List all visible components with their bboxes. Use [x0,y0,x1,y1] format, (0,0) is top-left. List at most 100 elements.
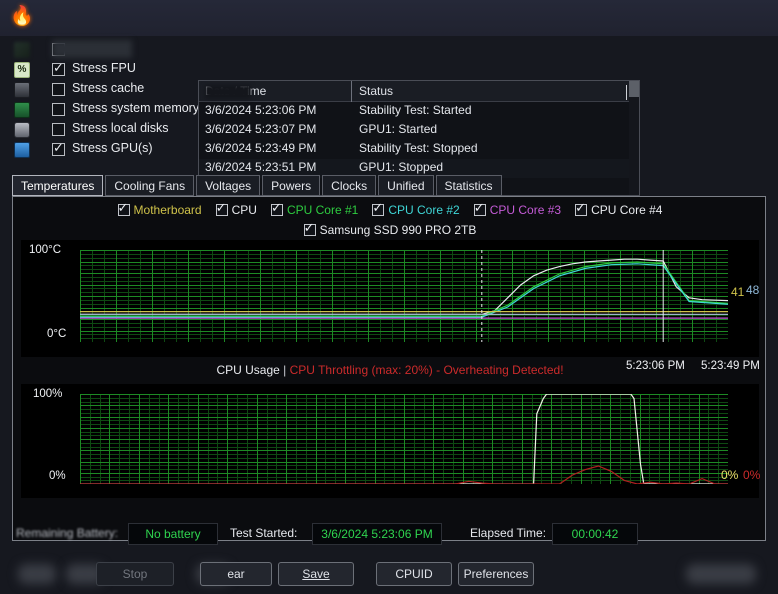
tab-powers[interactable]: Powers [262,175,321,196]
throttling-value-label: 0% [743,468,761,482]
temperature-chart: 100°C 0°C 41 48 [21,240,759,357]
legend-item-cpu[interactable]: CPU [215,200,257,217]
stress-fpu-checkbox[interactable] [52,60,65,76]
usage-value-label: 0% [721,468,739,482]
tab-voltages[interactable]: Voltages [196,175,261,196]
legend-item-cpu-core-3[interactable]: CPU Core #3 [473,200,561,217]
legend-checkbox[interactable] [270,200,283,216]
stress-option-label: Stress cache [72,81,145,95]
stress-options-panel: % Stress FPU Stress cache Stress system … [8,40,200,165]
obscured-overlay [52,40,132,58]
obscured-overlay [205,85,251,99]
legend-label: CPU Core #1 [286,203,359,217]
obscured-button-4[interactable] [686,564,756,584]
tab-unified[interactable]: Unified [378,175,434,196]
obscured-button-1[interactable] [18,564,56,584]
clear-button[interactable]: ear [200,562,272,586]
legend-item-cpu-core-2[interactable]: CPU Core #2 [372,200,460,217]
cpu-usage-plot [80,394,728,484]
tab-clocks[interactable]: Clocks [322,175,377,196]
text-caret [626,85,627,100]
test-started-value: 3/6/2024 5:23:06 PM [312,523,442,545]
cell-status: Stability Test: Started [359,103,472,117]
legend-item-cpu-core-1[interactable]: CPU Core #1 [270,200,359,217]
window-body: % Stress FPU Stress cache Stress system … [0,36,778,594]
elapsed-time-value: 00:00:42 [552,523,638,545]
button-bar: Stop ear Save CPUID Preferences [0,554,778,594]
cell-datetime: 3/6/2024 5:23:06 PM [205,103,317,117]
stress-option-row[interactable]: % Stress FPU [8,60,198,80]
table-header: Date / Time Status [199,81,639,102]
stress-option-row[interactable]: Stress system memory [8,100,200,120]
legend-checkbox[interactable] [575,200,588,216]
elapsed-time-label: Elapsed Time: [470,526,547,540]
legend-item-samsung-ssd[interactable]: Samsung SSD 990 PRO 2TB [303,220,477,237]
stress-option-row[interactable]: Stress cache [8,80,198,100]
tab-statistics[interactable]: Statistics [435,175,502,196]
usage-title-separator: | [283,363,287,377]
legend-checkbox[interactable] [215,200,228,216]
save-button[interactable]: Save [278,562,354,586]
temp-value-label-2: 48 [746,283,760,297]
aida64-stability-test-window: 🔥 % Stress FPU Stress cache [0,0,778,594]
table-row[interactable]: 3/6/2024 5:23:06 PM Stability Test: Star… [199,102,639,121]
stress-option-label: Stress GPU(s) [72,141,153,155]
legend-item-motherboard[interactable]: Motherboard [117,200,202,217]
stress-option-row[interactable]: Stress GPU(s) [8,140,198,160]
battery-value: No battery [128,523,218,545]
tab-temperatures[interactable]: Temperatures [12,175,104,196]
preferences-button[interactable]: Preferences [458,562,534,586]
stress-option-label: Stress system memory [72,101,200,115]
test-started-label: Test Started: [230,526,298,540]
legend-checkbox[interactable] [372,200,385,216]
scrollbar-thumb[interactable] [629,81,639,97]
cell-status: Stability Test: Stopped [359,141,478,155]
save-label: Save [302,567,330,581]
gpu-icon [14,142,30,158]
legend-item-cpu-core-4[interactable]: CPU Core #4 [575,200,662,217]
memory-icon [14,102,30,118]
title-bar: 🔥 [0,0,778,36]
legend-checkbox[interactable] [473,200,486,216]
legend-label: Motherboard [133,203,202,217]
status-bar: Remaining Battery: No battery Test Start… [0,520,778,554]
tab-cooling-fans[interactable]: Cooling Fans [105,175,195,196]
legend-checkbox[interactable] [303,220,316,236]
column-header-status: Status [359,84,394,98]
stress-option-label: Stress local disks [72,121,169,135]
stop-button[interactable]: Stop [96,562,174,586]
stress-gpu-checkbox[interactable] [52,140,65,156]
legend-label: CPU [231,203,257,217]
legend-label: Samsung SSD 990 PRO 2TB [319,223,477,237]
battery-label: Remaining Battery: [16,526,119,540]
sensor-legend-row-2: Samsung SSD 990 PRO 2TB [13,220,767,239]
cpuid-button[interactable]: CPUID [376,562,452,586]
y-axis-label-bottom: 0% [49,470,66,482]
stress-memory-checkbox[interactable] [52,103,65,116]
cpu-usage-title: CPU Usage | CPU Throttling (max: 20%) - … [13,363,767,377]
stress-option-row[interactable] [8,40,198,60]
blurred-icon [14,42,30,58]
tab-bar: Temperatures Cooling Fans Voltages Power… [12,175,766,196]
cell-datetime: 3/6/2024 5:23:07 PM [205,122,317,136]
table-row[interactable]: 3/6/2024 5:23:07 PM GPU1: Started [199,121,639,140]
stress-cache-checkbox[interactable] [52,83,65,96]
cell-status: GPU1: Started [359,122,438,136]
throttling-warning: CPU Throttling (max: 20%) - Overheating … [289,363,564,377]
legend-label: CPU Core #2 [388,203,460,217]
y-axis-label-bottom: 0°C [47,328,67,340]
cache-icon [14,82,30,98]
legend-checkbox[interactable] [117,200,130,216]
column-divider[interactable] [351,81,352,102]
temperature-plot [80,250,728,342]
usage-title-main: CPU Usage [216,363,280,377]
cell-datetime: 3/6/2024 5:23:51 PM [205,160,317,174]
cpu-usage-chart: 100% 0% 0% 0% [21,384,761,498]
y-axis-label-top: 100% [33,388,63,400]
stress-disks-checkbox[interactable] [52,123,65,136]
table-row[interactable]: 3/6/2024 5:23:49 PM Stability Test: Stop… [199,140,639,159]
charts-panel: Motherboard CPU CPU Core #1 CPU Core #2 CPU … [12,196,766,541]
stress-option-row[interactable]: Stress local disks [8,120,198,140]
cell-status: GPU1: Stopped [359,160,444,174]
stress-option-label: Stress FPU [72,61,136,75]
